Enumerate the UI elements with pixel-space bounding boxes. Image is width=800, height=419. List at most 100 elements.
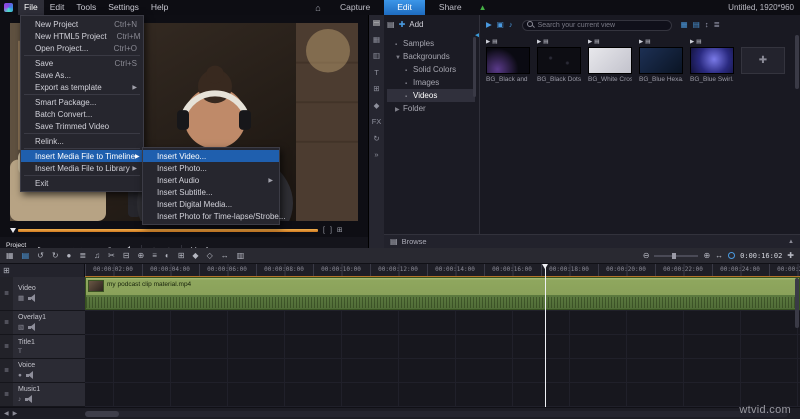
transitions-icon[interactable]: ▥ bbox=[369, 52, 384, 60]
seek-handle[interactable] bbox=[10, 227, 16, 233]
overlay-track-row[interactable] bbox=[85, 311, 800, 335]
menu-item-insert-media-file-to-library[interactable]: Insert Media File to Library ▶ bbox=[21, 162, 143, 174]
track-handle-icon[interactable]: ≣ bbox=[0, 311, 13, 334]
menu-item-batch-convert[interactable]: Batch Convert... bbox=[21, 108, 143, 120]
filter-photos-icon[interactable]: ▣ bbox=[497, 21, 504, 29]
redo-icon[interactable]: ↻ bbox=[52, 251, 59, 260]
menu-item-insert-media-file-to-timeline[interactable]: Insert Media File to Timeline ▶ bbox=[21, 150, 143, 162]
subtitle-editor-icon[interactable]: ≡ bbox=[152, 251, 157, 260]
search-input[interactable] bbox=[537, 21, 667, 29]
menu-item-exit[interactable]: Exit bbox=[21, 177, 143, 189]
track-handle-icon[interactable]: ≣ bbox=[0, 335, 13, 358]
scrollbar-thumb[interactable] bbox=[85, 411, 119, 417]
select-range-icon[interactable]: ⊞ bbox=[3, 266, 10, 275]
motion-icon[interactable]: ↻ bbox=[369, 134, 384, 143]
media-library-icon[interactable]: ▤ bbox=[369, 19, 384, 27]
menu-item-save-trimmed-video[interactable]: Save Trimmed Video bbox=[21, 120, 143, 132]
menu-edit[interactable]: Edit bbox=[44, 0, 71, 15]
track-header-voice[interactable]: ≣ Voice ● bbox=[0, 359, 85, 383]
mark-out-icon[interactable]: ] bbox=[330, 227, 332, 234]
music-track-row[interactable] bbox=[85, 383, 800, 407]
menu-item-insert-video[interactable]: Insert Video... bbox=[143, 150, 279, 162]
ripple-editing-icon[interactable]: ↔ bbox=[221, 251, 229, 260]
timeline-view-icon[interactable]: ▤ bbox=[22, 251, 30, 260]
mute-track-icon[interactable] bbox=[25, 371, 35, 379]
home-icon[interactable]: ⌂ bbox=[310, 3, 326, 13]
zoom-slider[interactable] bbox=[654, 252, 699, 259]
track-handle-icon[interactable]: ≣ bbox=[0, 359, 13, 382]
seek-track[interactable] bbox=[18, 228, 318, 232]
mask-creator-icon[interactable]: ◐ bbox=[165, 251, 170, 260]
menu-item-export-as-template[interactable]: Export as template ▶ bbox=[21, 81, 143, 93]
publish-arrow-icon[interactable]: ▲ bbox=[479, 3, 487, 12]
filters-fx-icon[interactable]: FX bbox=[369, 118, 384, 126]
filter-audio-icon[interactable]: ♪ bbox=[509, 21, 513, 29]
track-header-video[interactable]: ≣ Video ▦ bbox=[0, 277, 85, 311]
track-header-title1[interactable]: ≣ Title1 T bbox=[0, 335, 85, 359]
tab-edit[interactable]: Edit bbox=[384, 0, 425, 15]
playhead[interactable] bbox=[542, 264, 548, 407]
tab-share[interactable]: Share bbox=[426, 0, 475, 15]
zoom-in-icon[interactable]: ⊕ bbox=[703, 251, 710, 260]
library-thumbnail[interactable]: ▶ ▤ BG_Black and ... bbox=[486, 39, 530, 83]
library-thumbnail[interactable]: ▶ ▤ BG_Blue Swirl... bbox=[690, 39, 734, 83]
cue-point-icon[interactable]: ◇ bbox=[207, 251, 213, 260]
tree-item-images[interactable]: ▪ Images bbox=[387, 76, 475, 89]
chapter-point-icon[interactable]: ◆ bbox=[192, 251, 198, 260]
menu-item-new-html5-project[interactable]: New HTML5 Project Ctrl+M bbox=[21, 30, 143, 42]
sort-icon[interactable]: ↕ bbox=[705, 21, 709, 29]
track-manager-icon[interactable]: ▥ bbox=[237, 251, 245, 260]
motion-tracking-icon[interactable]: ⊕ bbox=[137, 251, 144, 260]
instant-project-icon[interactable]: ▦ bbox=[369, 35, 384, 44]
menu-item-save-as[interactable]: Save As... bbox=[21, 69, 143, 81]
list-view-icon[interactable]: ▤ bbox=[693, 21, 700, 29]
gallery-scrollbar[interactable] bbox=[795, 35, 799, 89]
menu-item-insert-subtitle[interactable]: Insert Subtitle... bbox=[143, 186, 279, 198]
menu-help[interactable]: Help bbox=[145, 0, 174, 15]
menu-item-insert-digital-media[interactable]: Insert Digital Media... bbox=[143, 198, 279, 210]
tree-collapse-icon[interactable]: ▶ bbox=[395, 104, 403, 117]
menu-item-relink[interactable]: Relink... bbox=[21, 135, 143, 147]
library-thumbnail[interactable]: ▶▤ BG_White Cros... bbox=[588, 39, 632, 83]
split-screen-template-icon[interactable]: ⊞ bbox=[178, 251, 185, 260]
tree-item-folder[interactable]: ▶ Folder bbox=[387, 102, 475, 115]
titles-icon[interactable]: T bbox=[369, 68, 384, 77]
add-button[interactable]: Add bbox=[409, 20, 423, 29]
menu-item-open-project[interactable]: Open Project... Ctrl+O bbox=[21, 42, 143, 54]
fit-project-icon[interactable]: ↔ bbox=[715, 251, 723, 260]
video-track-row[interactable]: my podcast clip material.mp4 bbox=[85, 277, 800, 311]
speed-icon[interactable]: » bbox=[369, 151, 384, 159]
sound-mixer-icon[interactable]: ≣ bbox=[79, 251, 86, 260]
zoom-slider-thumb[interactable] bbox=[672, 252, 677, 259]
menu-item-insert-photo-timelapse[interactable]: Insert Photo for Time-lapse/Strobe... bbox=[143, 210, 286, 222]
auto-music-icon[interactable]: ♫ bbox=[94, 251, 100, 260]
mute-track-icon[interactable] bbox=[25, 395, 34, 403]
track-header-music1[interactable]: ≣ Music1 ♪ bbox=[0, 383, 85, 407]
timeline-ruler[interactable]: ⊞ 00:00:02:00 00:00:04:00 00:00:06:00 00… bbox=[0, 264, 800, 277]
menu-settings[interactable]: Settings bbox=[102, 0, 145, 15]
add-media-tile[interactable]: ✚ bbox=[741, 47, 785, 74]
voice-track-row[interactable] bbox=[85, 359, 800, 383]
tab-capture[interactable]: Capture bbox=[327, 0, 383, 15]
ruler-scale[interactable]: 00:00:02:00 00:00:04:00 00:00:06:00 00:0… bbox=[85, 264, 800, 277]
overlays-icon[interactable]: ⊞ bbox=[369, 85, 384, 93]
menu-item-insert-audio[interactable]: Insert Audio ▶ bbox=[143, 174, 279, 186]
title-track-row[interactable] bbox=[85, 335, 800, 359]
trim-icon[interactable]: ⊟ bbox=[123, 251, 130, 260]
tree-item-samples[interactable]: ▪ Samples bbox=[387, 37, 475, 50]
track-handle-icon[interactable]: ≣ bbox=[0, 277, 13, 310]
scroll-left-icon[interactable]: ◀ bbox=[4, 411, 9, 417]
storyboard-view-icon[interactable]: ▦ bbox=[6, 251, 14, 260]
grid-view-icon[interactable]: ▦ bbox=[681, 21, 688, 29]
mark-in-icon[interactable]: [ bbox=[323, 227, 325, 234]
timeline-horizontal-scrollbar[interactable] bbox=[85, 411, 788, 417]
library-info-icon[interactable]: ≣ bbox=[714, 21, 720, 29]
record-capture-icon[interactable]: ● bbox=[67, 251, 72, 260]
tree-item-videos[interactable]: ▪ Videos bbox=[387, 89, 475, 102]
add-track-icon[interactable]: ✚ bbox=[787, 251, 794, 260]
scroll-right-icon[interactable]: ▶ bbox=[13, 411, 18, 417]
track-header-overlay1[interactable]: ≣ Overlay1 ▧ bbox=[0, 311, 85, 335]
chevron-up-icon[interactable]: ▲ bbox=[788, 239, 794, 245]
search-box[interactable] bbox=[521, 19, 672, 31]
graphics-icon[interactable]: ◆ bbox=[369, 101, 384, 110]
